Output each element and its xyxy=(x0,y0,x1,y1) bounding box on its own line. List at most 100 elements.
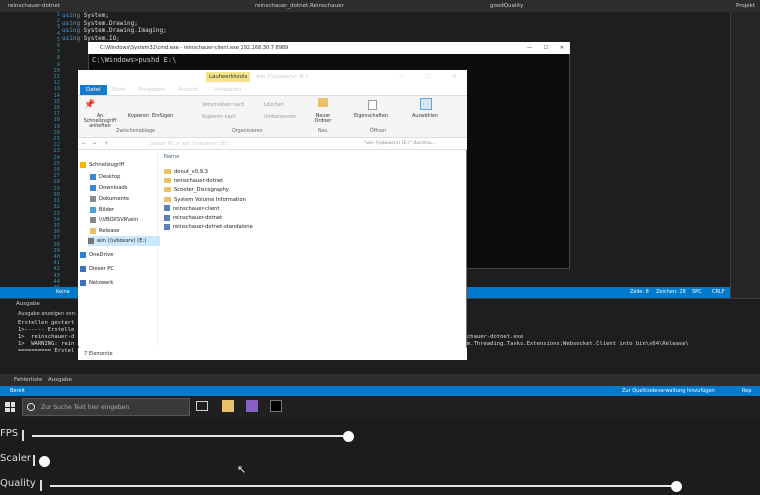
slider-thumb[interactable] xyxy=(671,480,682,492)
explorer-search-input[interactable]: "win (\\vboxsrv) (E:)" durchsu... xyxy=(364,138,436,150)
nav-item[interactable]: Dieser PC xyxy=(80,264,114,274)
task-view-icon[interactable] xyxy=(196,401,208,411)
slider-thumb[interactable] xyxy=(39,455,50,467)
folder-icon xyxy=(164,178,171,184)
column-header-name[interactable]: Name xyxy=(164,154,179,160)
source-control-button[interactable]: Zur Quellcodeverwaltung hinzufügen xyxy=(622,386,715,396)
file-list-item[interactable]: donut_v0.9.3 xyxy=(164,168,208,177)
file-list-item[interactable]: reinschauer-client xyxy=(164,205,219,214)
nav-item[interactable]: Netzwerk xyxy=(80,278,113,288)
tab-datei[interactable]: Datei xyxy=(80,85,107,95)
new-folder-button[interactable]: Neuer Ordner xyxy=(312,114,334,124)
nav-item[interactable]: Downloads xyxy=(90,183,128,193)
organize-group-label: Organisieren xyxy=(232,129,263,134)
code-line: System.IO; xyxy=(80,34,120,42)
rename-button[interactable]: Umbenennen xyxy=(264,115,296,120)
tab-verwalten[interactable]: Verwalten xyxy=(214,84,241,96)
nav-item-label: win (\\vboxsrv) (E:) xyxy=(97,238,147,244)
up-arrow-icon[interactable]: ↑ xyxy=(104,138,108,150)
char-status: Zeichen: 28 xyxy=(656,289,686,295)
cmd-icon[interactable] xyxy=(270,400,282,412)
nav-item[interactable]: Dokumente xyxy=(90,194,129,204)
repo-button[interactable]: Rep xyxy=(742,386,752,396)
close-icon[interactable]: ✕ xyxy=(452,70,457,84)
move-to-button[interactable]: Verschieben nach xyxy=(202,103,245,108)
output-line: chauer-dotnet.exe xyxy=(467,334,524,340)
context-tab[interactable]: Laufwerktools xyxy=(206,72,251,82)
output-line: 1> reinschauer-d xyxy=(18,334,75,340)
slider-track[interactable] xyxy=(32,435,348,437)
tab-start[interactable]: Start xyxy=(112,84,125,96)
close-icon[interactable]: ✕ xyxy=(560,42,564,54)
output-text: Erstellen gestart 1>------ Erstelle 1> rei… xyxy=(18,320,74,355)
slider-track[interactable] xyxy=(50,485,676,487)
properties-icon xyxy=(368,100,377,110)
file-list-item[interactable]: System Volume Information xyxy=(164,196,246,205)
forward-arrow-icon[interactable]: → xyxy=(92,138,96,150)
nav-item-label: Release xyxy=(99,228,120,234)
slider-thumb[interactable] xyxy=(342,430,354,442)
file-name: reinschauer-client xyxy=(173,205,220,212)
windows-start-icon[interactable] xyxy=(5,402,15,412)
file-list-item[interactable]: reinschauer-dotnet xyxy=(164,177,223,186)
address-bar[interactable]: ← → ↑ Dieser PC > win (\\vboxsrv) (E:) "… xyxy=(78,138,467,150)
file-list-item[interactable]: Scooter_Discography xyxy=(164,186,229,195)
taskbar-search[interactable]: Zur Suche Text hier eingeben xyxy=(22,398,190,416)
nav-item-label: Downloads xyxy=(99,185,128,191)
visual-studio-icon[interactable] xyxy=(246,400,258,412)
nav-item[interactable]: Desktop xyxy=(90,172,120,182)
explorer-ribbon-tabs: Datei Start Freigeben Ansicht Verwalten xyxy=(78,84,467,96)
delete-button[interactable]: Löschen xyxy=(264,103,284,108)
breadcrumb[interactable]: Dieser PC > win (\\vboxsrv) (E:) xyxy=(150,138,229,150)
file-list-item[interactable]: reinschauer-dotnet-standalone xyxy=(164,223,253,232)
drive-icon xyxy=(88,237,94,244)
explorer-title: win (\\vboxsrv) (E:) xyxy=(256,74,309,80)
tab-freigeben[interactable]: Freigeben xyxy=(138,84,165,96)
vs-tab[interactable]: reinschauer-dotnet xyxy=(8,0,60,12)
nav-item[interactable]: \\VBOXSVR\win xyxy=(90,215,138,225)
solution-explorer-panel[interactable] xyxy=(730,12,760,298)
cloud-icon xyxy=(80,251,86,258)
maximize-icon[interactable]: ☐ xyxy=(544,42,548,54)
back-arrow-icon[interactable]: ← xyxy=(82,138,86,150)
desktop-icon xyxy=(90,173,96,180)
minimize-icon[interactable]: — xyxy=(527,42,532,54)
explorer-title-bar[interactable]: Laufwerktools win (\\vboxsrv) (E:) — ☐ ✕ xyxy=(78,70,467,84)
tab-output[interactable]: Ausgabe xyxy=(48,374,72,386)
output-source-label: Ausgabe anzeigen von: xyxy=(18,311,77,317)
nav-item[interactable]: OneDrive xyxy=(80,250,113,260)
vs-tab[interactable]: reinschauer_dotnet.Reinschauer xyxy=(255,0,344,12)
copy-to-button[interactable]: Kopieren nach xyxy=(202,115,236,120)
copy-button[interactable]: Kopieren xyxy=(128,114,149,119)
select-button[interactable]: Auswählen xyxy=(412,114,438,119)
output-title: Ausgabe xyxy=(16,301,40,307)
file-list-item[interactable]: reinschauer-dotnet xyxy=(164,214,222,223)
code-line: System; xyxy=(80,12,109,19)
keyword: using xyxy=(62,19,81,27)
code-line: System.Drawing; xyxy=(80,19,138,27)
pin-icon: 📌 xyxy=(84,100,96,110)
output-line: ========== Erstel xyxy=(18,348,75,354)
tab-error-list[interactable]: Fehlerliste xyxy=(14,374,42,386)
vs-tab[interactable]: goodQuality xyxy=(490,0,523,12)
nav-item[interactable]: Bilder xyxy=(90,205,114,215)
tab-ansicht[interactable]: Ansicht xyxy=(178,84,198,96)
code-text[interactable]: using System; using System.Drawing; usin… xyxy=(62,12,167,42)
file-icon xyxy=(164,205,170,212)
pin-button[interactable]: An Schnellzugriff anheften xyxy=(80,114,120,129)
cmd-title-bar[interactable]: C:\Windows\System32\cmd.exe - reinschaue… xyxy=(88,42,570,54)
nav-item[interactable]: Schnellzugriff xyxy=(80,160,124,170)
picture-icon xyxy=(90,206,96,213)
vs-right-tab[interactable]: Projekt xyxy=(736,0,755,12)
minimize-icon[interactable]: — xyxy=(398,70,404,84)
mouse-cursor-icon: ↖ xyxy=(237,463,247,476)
file-explorer-icon[interactable] xyxy=(222,400,234,412)
nav-item[interactable]: win (\\vboxsrv) (E:) xyxy=(88,236,166,246)
nav-item[interactable]: Release xyxy=(90,226,119,236)
folder-icon xyxy=(90,227,96,234)
maximize-icon[interactable]: ☐ xyxy=(426,70,431,84)
paste-button[interactable]: Einfügen xyxy=(152,114,173,119)
nav-item-label: Bilder xyxy=(99,207,115,213)
properties-button[interactable]: Eigenschaften xyxy=(354,114,388,119)
line-number-gutter: 1 2 3 4 5 6 7 8 9 10 11 12 13 14 15 16 17 18 19 20 21 22 23 24 2… xyxy=(22,12,60,298)
